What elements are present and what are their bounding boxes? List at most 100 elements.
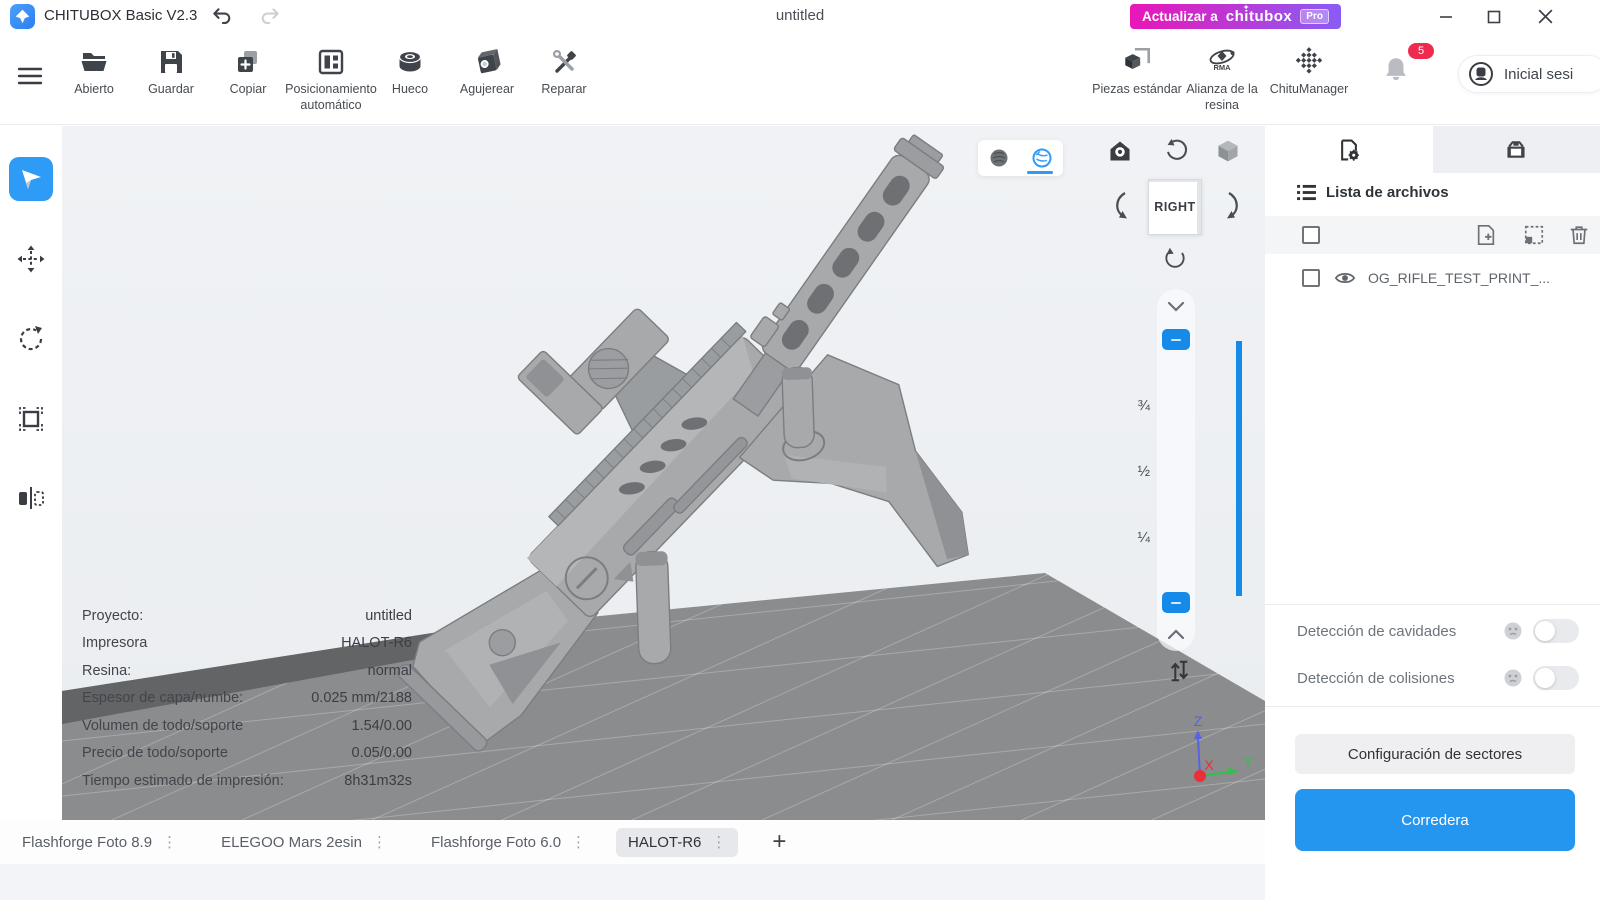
upgrade-pro-button[interactable]: Actualizar a ✦chitubox Pro bbox=[1130, 4, 1341, 29]
scale-icon bbox=[16, 404, 46, 434]
collision-detection-toggle[interactable] bbox=[1533, 666, 1579, 690]
viewport-3d[interactable]: Z Y X RIGHT bbox=[62, 126, 1265, 820]
cavity-status-face-icon bbox=[1503, 621, 1523, 641]
hollow-icon bbox=[394, 41, 426, 77]
mirror-tool-button[interactable] bbox=[16, 483, 46, 513]
scale-tool-button[interactable] bbox=[16, 404, 46, 434]
chitumanager-icon bbox=[1293, 41, 1325, 77]
rotate-tool-button[interactable] bbox=[16, 324, 46, 354]
file-list-title: Lista de archivos bbox=[1326, 184, 1449, 201]
collision-status-face-icon bbox=[1503, 668, 1523, 688]
perspective-cube-button[interactable] bbox=[1211, 134, 1245, 168]
tab-file-settings[interactable] bbox=[1265, 126, 1433, 173]
slider-top-handle[interactable] bbox=[1162, 329, 1190, 350]
mirror-icon bbox=[16, 483, 46, 513]
copy-button[interactable]: Copiar bbox=[203, 41, 293, 98]
rotate-icon bbox=[16, 324, 46, 354]
cavity-detection-row: Detección de cavidades bbox=[1297, 616, 1587, 646]
view-cube-label: RIGHT bbox=[1154, 200, 1195, 214]
move-icon bbox=[16, 244, 46, 274]
file-list-header: Lista de archivos bbox=[1297, 184, 1449, 201]
login-button[interactable]: Inicial sesi bbox=[1458, 55, 1600, 93]
repair-button[interactable]: Reparar bbox=[519, 41, 609, 98]
rotate-view-cw-button[interactable] bbox=[1158, 242, 1192, 276]
move-tool-button[interactable] bbox=[16, 244, 46, 274]
xray-sphere-icon[interactable] bbox=[1031, 147, 1053, 169]
collision-detection-label: Detección de colisiones bbox=[1297, 670, 1497, 687]
info-row: Resina:normal bbox=[82, 657, 412, 685]
svg-text:Z: Z bbox=[1194, 713, 1203, 729]
main-toolbar: Abierto Guardar Copiar Posicionamiento a… bbox=[0, 33, 1600, 125]
menu-button[interactable] bbox=[14, 61, 46, 91]
printer-icon bbox=[1503, 138, 1529, 162]
title-bar: CHITUBOX Basic V2.3 untitled Actualizar … bbox=[0, 0, 1600, 33]
cavity-detection-label: Detección de cavidades bbox=[1297, 623, 1497, 640]
render-mode-toggle[interactable] bbox=[978, 140, 1063, 176]
orbit-left-button[interactable] bbox=[1106, 189, 1140, 223]
duplicate-plate-button[interactable] bbox=[1523, 224, 1545, 246]
minimize-button[interactable] bbox=[1429, 3, 1463, 30]
file-checkbox[interactable] bbox=[1302, 269, 1320, 287]
resin-alliance-icon: RMA bbox=[1205, 41, 1239, 77]
right-panel: Lista de archivos OG_RIFLE_TEST_PRINT_..… bbox=[1265, 126, 1600, 900]
slice-button[interactable]: Corredera bbox=[1295, 789, 1575, 851]
document-title: untitled bbox=[0, 7, 1600, 24]
orbit-right-button[interactable] bbox=[1214, 189, 1248, 223]
sector-config-button[interactable]: Configuración de sectores bbox=[1295, 734, 1575, 774]
tab-menu-icon[interactable]: ⋮ bbox=[162, 835, 177, 850]
main-area: Z Y X RIGHT bbox=[0, 126, 1600, 900]
slider-mark-quarter: ¼ bbox=[1120, 529, 1150, 546]
flip-z-button[interactable] bbox=[1162, 654, 1196, 688]
chitumanager-button[interactable]: ChituManager bbox=[1264, 41, 1354, 98]
cavity-detection-toggle[interactable] bbox=[1533, 619, 1579, 643]
tool-sidebar bbox=[0, 126, 62, 820]
bottom-strip bbox=[0, 864, 1265, 900]
delete-button[interactable] bbox=[1568, 224, 1590, 246]
select-all-checkbox[interactable] bbox=[1302, 226, 1320, 244]
collision-detection-row: Detección de colisiones bbox=[1297, 663, 1587, 693]
home-view-button[interactable] bbox=[1103, 134, 1137, 168]
printer-tab-bar: Flashforge Foto 8.9 ⋮ ELEGOO Mars 2esin … bbox=[0, 820, 1265, 864]
upgrade-label: Actualizar a bbox=[1142, 9, 1218, 24]
chitubox-window: CHITUBOX Basic V2.3 untitled Actualizar … bbox=[0, 0, 1600, 900]
svg-text:X: X bbox=[1204, 757, 1214, 773]
tab-menu-icon[interactable]: ⋮ bbox=[372, 835, 387, 850]
svg-text:Y: Y bbox=[1243, 753, 1253, 769]
login-label: Inicial sesi bbox=[1504, 66, 1573, 83]
printer-tab-flashforge-60[interactable]: Flashforge Foto 6.0 ⋮ bbox=[431, 834, 586, 851]
maximize-button[interactable] bbox=[1477, 3, 1511, 30]
chitubox-brand-logo: ✦chitubox bbox=[1226, 8, 1293, 25]
add-file-button[interactable] bbox=[1475, 224, 1497, 246]
tab-menu-icon[interactable]: ⋮ bbox=[571, 835, 586, 850]
info-row: Proyecto:untitled bbox=[82, 602, 412, 630]
printer-tab-flashforge-89[interactable]: Flashforge Foto 8.9 ⋮ bbox=[22, 834, 177, 851]
slider-bottom-handle[interactable] bbox=[1162, 592, 1190, 613]
folder-open-icon bbox=[78, 41, 110, 77]
cursor-icon bbox=[18, 166, 44, 192]
file-ops-row bbox=[1265, 216, 1600, 254]
solid-sphere-icon[interactable] bbox=[988, 147, 1010, 169]
list-icon bbox=[1297, 184, 1316, 201]
visibility-eye-icon[interactable] bbox=[1334, 270, 1356, 286]
tab-printer-settings[interactable] bbox=[1433, 126, 1600, 173]
pro-badge: Pro bbox=[1300, 9, 1329, 24]
save-icon bbox=[156, 41, 186, 77]
printer-tab-halot-r6[interactable]: HALOT-R6 ⋮ bbox=[616, 828, 738, 857]
printer-tab-elegoo-mars[interactable]: ELEGOO Mars 2esin ⋮ bbox=[221, 834, 387, 851]
add-printer-button[interactable]: + bbox=[772, 830, 786, 854]
notifications-button[interactable]: 5 bbox=[1380, 53, 1424, 103]
close-button[interactable] bbox=[1528, 3, 1562, 30]
slider-up-chevron[interactable] bbox=[1164, 298, 1188, 314]
rotate-view-ccw-button[interactable] bbox=[1158, 134, 1192, 168]
resin-alliance-button[interactable]: RMA Alianza de la resina bbox=[1177, 41, 1267, 113]
tab-menu-icon[interactable]: ⋮ bbox=[711, 835, 726, 850]
select-tool-button[interactable] bbox=[9, 157, 53, 201]
slider-down-chevron[interactable] bbox=[1164, 626, 1188, 642]
slider-track[interactable] bbox=[1236, 341, 1242, 596]
standard-parts-button[interactable]: Piezas estándar bbox=[1092, 41, 1182, 98]
view-cube[interactable]: RIGHT bbox=[1148, 179, 1202, 235]
bell-icon bbox=[1380, 53, 1412, 87]
file-row[interactable]: OG_RIFLE_TEST_PRINT_... bbox=[1265, 260, 1600, 296]
info-row: Precio de todo/soporte0.05/0.00 bbox=[82, 740, 412, 768]
notification-count-badge: 5 bbox=[1408, 43, 1434, 59]
